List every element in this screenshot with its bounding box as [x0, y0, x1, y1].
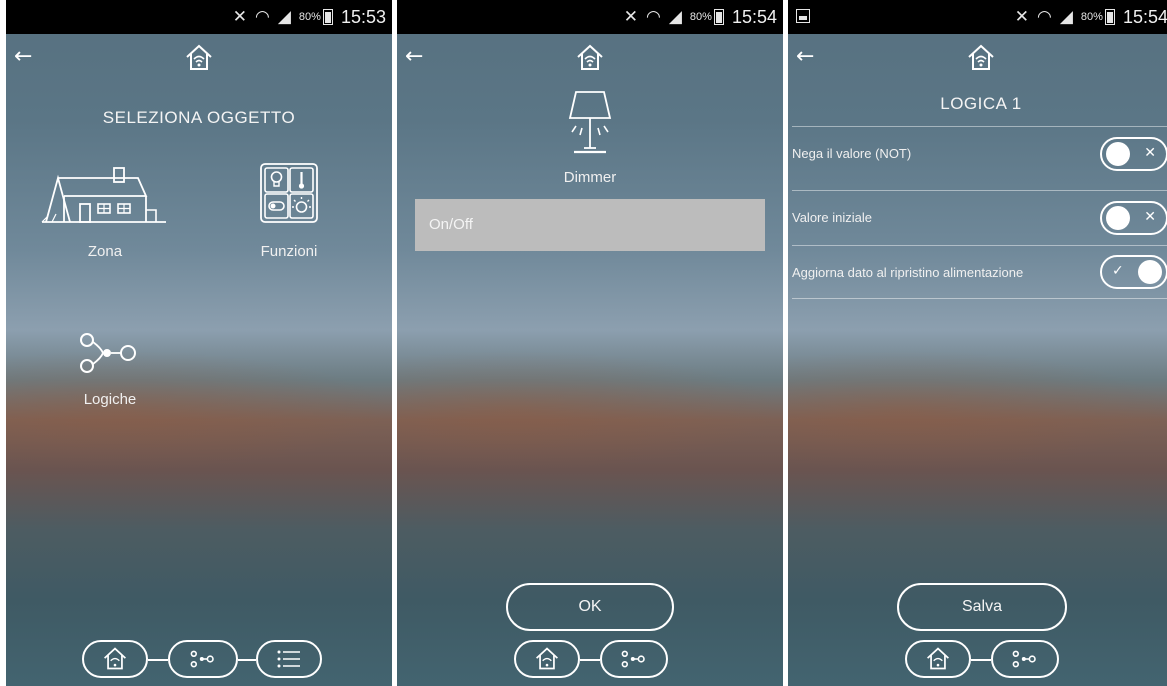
bottom-nav — [6, 640, 392, 682]
nav-logic-button[interactable] — [168, 640, 238, 678]
toggle-restore-power[interactable]: ✓ — [1100, 255, 1167, 289]
back-arrow-icon[interactable]: ← — [14, 44, 32, 69]
tile-label: Zona — [87, 243, 123, 260]
home-icon — [536, 647, 558, 670]
setting-row-initial-value: Valore iniziale ✕ — [792, 190, 1167, 244]
battery-indicator: 80% — [690, 9, 724, 25]
logic-icon — [190, 650, 214, 668]
home-logo-icon[interactable] — [966, 43, 996, 73]
status-time: 15:54 — [1122, 6, 1167, 27]
notification-icon — [796, 9, 810, 23]
battery-icon — [322, 9, 333, 25]
signal-icon: ◢ — [1059, 6, 1073, 27]
status-bar: ✕ ◠ ◢ 80% 15:54 — [788, 0, 1167, 34]
list-item-onoff[interactable]: On/Off — [415, 199, 765, 251]
home-logo-icon[interactable] — [575, 43, 605, 73]
back-arrow-icon[interactable]: ← — [405, 44, 423, 69]
nav-home-button[interactable] — [514, 640, 580, 678]
object-label: Dimmer — [563, 169, 617, 186]
logic-icon — [80, 333, 136, 373]
logic-icon — [621, 650, 645, 668]
toggle-knob — [1106, 141, 1130, 166]
logic-icon — [1012, 650, 1036, 668]
top-bar: ← — [6, 34, 392, 84]
bottom-nav — [397, 640, 783, 682]
setting-label: Aggiorna dato al ripristino alimentazion… — [792, 264, 1024, 280]
house-icon — [41, 167, 166, 223]
lamp-icon — [568, 91, 612, 154]
battery-indicator: 80% — [1081, 9, 1115, 25]
wifi-icon: ◠ — [646, 6, 661, 27]
battery-icon — [1104, 9, 1115, 25]
battery-percent: 80% — [689, 11, 712, 23]
screen-select-object: ✕ ◠ ◢ 80% 15:53 ← SELEZIONA OGGETTO Zona… — [6, 0, 392, 686]
battery-percent: 80% — [298, 11, 321, 23]
setting-row-restore-power: Aggiorna dato al ripristino alimentazion… — [792, 245, 1167, 299]
toggle-knob — [1106, 205, 1130, 230]
top-bar: ← — [788, 34, 1167, 84]
wifi-icon: ◠ — [255, 6, 270, 27]
nav-connector — [148, 659, 168, 661]
toggle-knob — [1138, 260, 1162, 284]
nav-connector — [238, 659, 256, 661]
bottom-nav — [788, 640, 1167, 682]
screen-logic-settings: ✕ ◠ ◢ 80% 15:54 ← LOGICA 1 Nega il valor… — [788, 0, 1167, 686]
tile-logiche[interactable]: Logiche — [70, 328, 150, 408]
nav-connector — [580, 659, 600, 661]
mute-icon: ✕ — [232, 6, 247, 27]
nav-connector — [971, 659, 991, 661]
page-title: LOGICA 1 — [940, 94, 1022, 113]
status-bar: ✕ ◠ ◢ 80% 15:53 — [6, 0, 392, 34]
tile-zona[interactable]: Zona — [40, 160, 170, 260]
top-bar: ← — [397, 34, 783, 84]
mute-icon: ✕ — [623, 6, 638, 27]
battery-percent: 80% — [1080, 11, 1103, 23]
check-icon: ✓ — [1112, 263, 1124, 279]
save-button[interactable]: Salva — [897, 583, 1067, 631]
nav-home-button[interactable] — [82, 640, 148, 678]
home-logo-icon[interactable] — [184, 43, 214, 73]
setting-label: Nega il valore (NOT) — [792, 146, 912, 161]
toggle-initial-value[interactable]: ✕ — [1100, 200, 1167, 235]
nav-logic-button[interactable] — [991, 640, 1059, 678]
nav-logic-button[interactable] — [600, 640, 668, 678]
functions-icon — [260, 163, 318, 223]
mute-icon: ✕ — [1014, 6, 1029, 27]
signal-icon: ◢ — [277, 6, 291, 27]
x-icon: ✕ — [1144, 208, 1156, 225]
status-bar: ✕ ◠ ◢ 80% 15:54 — [397, 0, 783, 34]
nav-list-button[interactable] — [256, 640, 322, 678]
setting-label: Valore iniziale — [792, 210, 872, 225]
nav-home-button[interactable] — [905, 640, 971, 678]
setting-row-not: Nega il valore (NOT) ✕ — [792, 126, 1167, 180]
signal-icon: ◢ — [668, 6, 682, 27]
battery-indicator: 80% — [299, 9, 333, 25]
tile-funzioni[interactable]: Funzioni — [234, 160, 344, 260]
battery-icon — [713, 9, 724, 25]
page-title: SELEZIONA OGGETTO — [102, 108, 296, 127]
status-time: 15:53 — [340, 6, 386, 27]
dimmer-object: Dimmer — [540, 88, 640, 186]
wifi-icon: ◠ — [1037, 6, 1052, 27]
home-icon — [104, 647, 126, 670]
back-arrow-icon[interactable]: ← — [796, 44, 814, 69]
x-icon: ✕ — [1144, 144, 1156, 161]
list-icon — [277, 650, 300, 668]
home-icon — [927, 647, 949, 670]
status-time: 15:54 — [731, 6, 777, 27]
toggle-not[interactable]: ✕ — [1100, 136, 1167, 171]
screen-dimmer: ✕ ◠ ◢ 80% 15:54 ← Dimmer On/Off OK — [397, 0, 783, 686]
ok-button[interactable]: OK — [506, 583, 674, 631]
tile-label: Funzioni — [260, 243, 318, 260]
tile-label: Logiche — [83, 391, 137, 408]
